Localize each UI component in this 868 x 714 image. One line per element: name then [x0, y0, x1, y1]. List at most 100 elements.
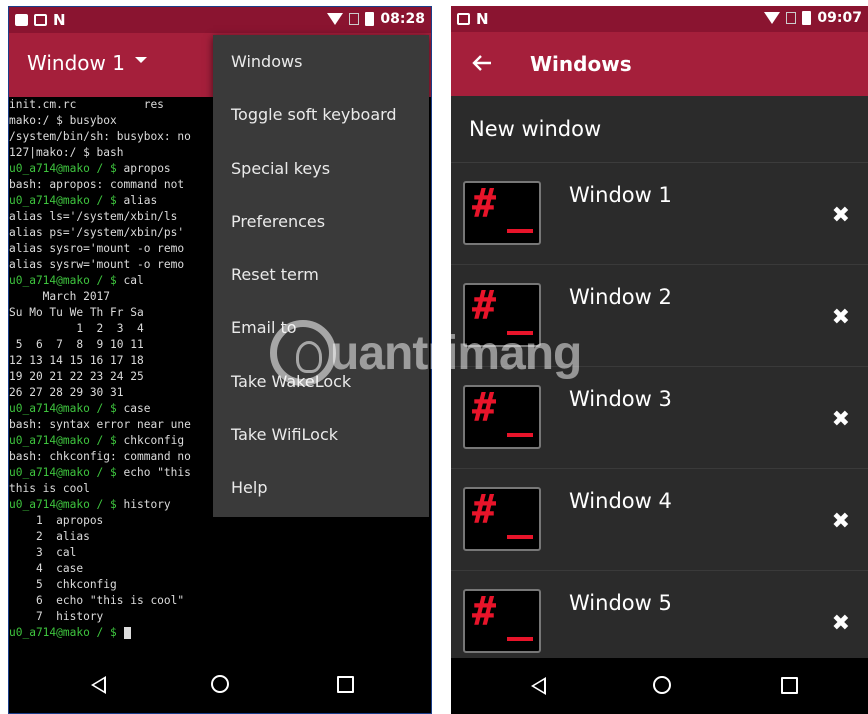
menu-item-take-wakelock[interactable]: Take WakeLock — [213, 355, 429, 408]
window-list-item[interactable]: # Window 3 ✖ — [451, 367, 868, 469]
nfc-icon: N — [53, 11, 66, 29]
menu-item-toggle-soft-keyboard[interactable]: Toggle soft keyboard — [213, 88, 429, 141]
terminal-hash-glyph: # — [472, 181, 497, 227]
window-name: Window 4 — [569, 489, 672, 513]
terminal-text: 12 13 14 15 16 17 18 — [9, 354, 144, 367]
terminal-text: alias sysrw='mount -o remo — [9, 258, 185, 271]
terminal-prompt: u0_a714@mako / $ — [9, 274, 117, 287]
terminal-prompt: u0_a714@mako / $ — [9, 466, 117, 479]
image-notification-icon — [15, 14, 28, 26]
signal-icon — [349, 13, 360, 25]
terminal-cursor-glyph — [507, 331, 533, 335]
dropdown-caret-icon[interactable] — [135, 57, 147, 63]
window-list-item[interactable]: # Window 4 ✖ — [451, 469, 868, 571]
terminal-line: 6 echo "this is cool" — [9, 593, 431, 609]
window-list-item[interactable]: # Window 2 ✖ — [451, 265, 868, 367]
menu-item-windows[interactable]: Windows — [213, 35, 429, 88]
window-name: Window 5 — [569, 591, 672, 615]
menu-item-special-keys[interactable]: Special keys — [213, 142, 429, 195]
new-window-button[interactable]: New window — [451, 96, 868, 163]
windows-screen: N 09:07 Windows New window # Window 1 ✖ # Wi… — [451, 6, 868, 714]
terminal-cursor-glyph — [507, 433, 533, 437]
overflow-menu: Windows Toggle soft keyboard Special keys P… — [213, 35, 429, 517]
screen-notification-icon — [34, 14, 47, 26]
terminal-text: mako:/ $ busybox — [9, 114, 117, 127]
terminal-line: 5 chkconfig — [9, 577, 431, 593]
back-arrow-icon[interactable] — [471, 52, 493, 74]
terminal-thumbnail-icon: # — [463, 181, 541, 245]
terminal-text: 26 27 28 29 30 31 — [9, 386, 124, 399]
terminal-text: bash: syntax error near une — [9, 418, 191, 431]
menu-item-reset-term[interactable]: Reset term — [213, 248, 429, 301]
close-icon[interactable]: ✖ — [832, 509, 850, 534]
back-icon[interactable] — [531, 677, 546, 695]
recents-icon[interactable] — [337, 676, 354, 693]
close-icon[interactable]: ✖ — [832, 203, 850, 228]
terminal-text: 1 apropos — [9, 514, 104, 527]
terminal-text: 4 case — [9, 562, 84, 575]
terminal-prompt: u0_a714@mako / $ — [9, 402, 117, 415]
back-icon[interactable] — [91, 676, 106, 694]
menu-item-preferences[interactable]: Preferences — [213, 195, 429, 248]
terminal-prompt: u0_a714@mako / $ — [9, 434, 117, 447]
wifi-icon — [764, 12, 781, 24]
terminal-line: 3 cal — [9, 545, 431, 561]
terminal-text: March 2017 — [9, 290, 111, 303]
terminal-thumbnail-icon: # — [463, 487, 541, 551]
app-bar: Windows — [451, 32, 868, 96]
battery-icon — [365, 12, 375, 26]
window-name: Window 2 — [569, 285, 672, 309]
terminal-text: 3 cal — [9, 546, 77, 559]
terminal-hash-glyph: # — [472, 487, 497, 533]
close-icon[interactable]: ✖ — [832, 611, 850, 636]
terminal-text: alias — [116, 194, 158, 207]
terminal-text: init.cm.rc res — [9, 98, 164, 111]
terminal-thumbnail-icon: # — [463, 385, 541, 449]
close-icon[interactable]: ✖ — [832, 305, 850, 330]
terminal-text: alias ls='/system/xbin/ls — [9, 210, 178, 223]
terminal-hash-glyph: # — [472, 283, 497, 329]
navigation-bar — [9, 657, 431, 713]
terminal-text: alias ps='/system/xbin/ps' — [9, 226, 185, 239]
terminal-thumbnail-icon: # — [463, 283, 541, 347]
battery-icon — [802, 11, 812, 25]
status-bar: N 09:07 — [451, 6, 868, 32]
terminal-text: 1 2 3 4 — [9, 322, 144, 335]
window-name: Window 1 — [569, 183, 672, 207]
terminal-text: 5 chkconfig — [9, 578, 117, 591]
terminal-text: 127|mako:/ $ bash — [9, 146, 124, 159]
recents-icon[interactable] — [781, 677, 798, 694]
nfc-icon: N — [476, 10, 489, 28]
signal-icon — [786, 12, 797, 24]
terminal-text: Su Mo Tu We Th Fr Sa — [9, 306, 144, 319]
terminal-line: u0_a714@mako / $ — [9, 625, 431, 641]
close-icon[interactable]: ✖ — [832, 407, 850, 432]
terminal-text: bash: apropos: command not — [9, 178, 185, 191]
terminal-cursor-glyph — [507, 229, 533, 233]
terminal-text: chkconfig — [116, 434, 185, 447]
window-selector-title[interactable]: Window 1 — [27, 51, 125, 75]
terminal-cursor — [123, 627, 131, 639]
terminal-text: history — [116, 498, 171, 511]
home-icon[interactable] — [211, 675, 229, 693]
home-icon[interactable] — [653, 676, 671, 694]
terminal-line: 2 alias — [9, 529, 431, 545]
navigation-bar — [451, 658, 868, 714]
terminal-hash-glyph: # — [472, 385, 497, 431]
menu-item-take-wifilock[interactable]: Take WifiLock — [213, 408, 429, 461]
terminal-text: 6 echo "this is cool" — [9, 594, 185, 607]
terminal-text: 19 20 21 22 23 24 25 — [9, 370, 144, 383]
menu-item-email-to[interactable]: Email to — [213, 301, 429, 354]
terminal-text: 5 6 7 8 9 10 11 — [9, 338, 144, 351]
window-name: Window 3 — [569, 387, 672, 411]
terminal-text: case — [116, 402, 151, 415]
terminal-hash-glyph: # — [472, 589, 497, 635]
terminal-line: 4 case — [9, 561, 431, 577]
menu-item-help[interactable]: Help — [213, 461, 429, 514]
window-list-item[interactable]: # Window 1 ✖ — [451, 163, 868, 265]
terminal-text: bash: chkconfig: command no — [9, 450, 191, 463]
terminal-text: apropos — [116, 162, 171, 175]
screen-notification-icon — [457, 13, 470, 25]
terminal-text: this is cool — [9, 482, 90, 495]
